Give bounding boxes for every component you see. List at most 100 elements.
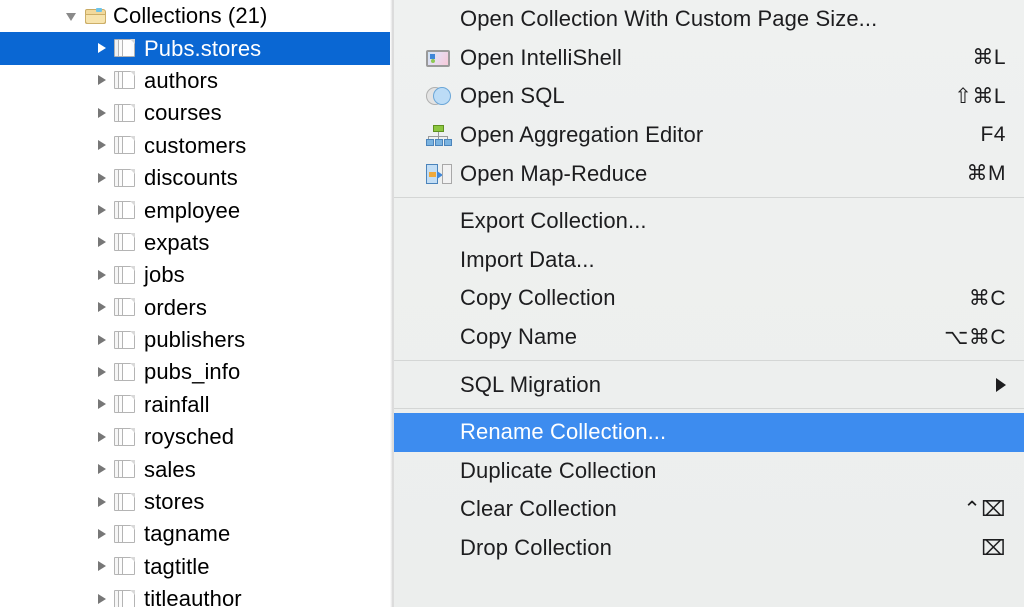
disclosure-triangle-right-icon[interactable] [95,366,108,379]
collection-documents-icon [114,362,136,383]
collection-documents-icon [114,265,136,286]
menu-item-shortcut: F4 [980,123,1006,147]
collection-documents-icon [114,459,136,480]
tree-row-collection[interactable]: tagname [0,518,393,550]
menu-separator [394,360,1024,362]
menu-item[interactable]: Open Collection With Custom Page Size... [394,0,1024,39]
tree-item-label: customers [144,132,247,158]
menu-item-label: Drop Collection [460,535,612,561]
disclosure-triangle-right-icon[interactable] [95,496,108,509]
menu-item[interactable]: SQL Migration [394,365,1024,404]
intellishell-icon [426,49,450,67]
tree-row-collection[interactable]: publishers [0,324,393,356]
menu-item-label: Export Collection... [460,208,647,234]
menu-item-label: SQL Migration [460,371,602,397]
menu-item[interactable]: Open Aggregation Editor F4 [394,116,1024,155]
disclosure-triangle-right-icon[interactable] [95,74,108,87]
tree-item-label: authors [144,67,219,93]
map-reduce-icon [426,163,452,185]
menu-item-shortcut: ⇧⌘L [954,84,1006,108]
tree-row-collection[interactable]: titleauthor [0,583,393,607]
app-screen: Collections (21) Pubs.stores authors course… [0,0,1024,607]
menu-item[interactable]: Open IntelliShell ⌘L [394,39,1024,78]
tree-row-collection[interactable]: pubs_info [0,356,393,388]
collection-documents-icon [114,330,136,351]
collection-context-menu[interactable]: Open Collection With Custom Page Size...… [393,0,1024,607]
collection-documents-icon [114,556,136,577]
submenu-arrow-icon[interactable] [996,377,1006,392]
disclosure-triangle-right-icon[interactable] [95,139,108,152]
menu-item-label: Duplicate Collection [460,457,657,483]
disclosure-triangle-right-icon[interactable] [95,528,108,541]
menu-item-label: Copy Collection [460,285,616,311]
disclosure-triangle-right-icon[interactable] [95,42,108,55]
collection-documents-icon [114,427,136,448]
menu-item-icon-slot [426,498,452,520]
menu-item[interactable]: Copy Name ⌥⌘C [394,318,1024,357]
tree-row-collection[interactable]: discounts [0,162,393,194]
tree-item-label: jobs [144,262,185,288]
tree-row-collection[interactable]: authors [0,65,393,97]
aggregation-tree-icon [426,125,452,147]
disclosure-triangle-right-icon[interactable] [95,204,108,217]
tree-row-collection[interactable]: roysched [0,421,393,453]
tree-item-label: expats [144,229,210,255]
tree-item-label: tagtitle [144,553,210,579]
collection-documents-icon [114,492,136,513]
disclosure-triangle-down-icon[interactable] [66,10,79,23]
collection-documents-icon [114,200,136,221]
tree-item-label: titleauthor [144,586,242,607]
tree-row-collection[interactable]: expats [0,227,393,259]
tree-item-label: Pubs.stores [144,35,262,61]
menu-item[interactable]: Clear Collection ⌃⌧ [394,490,1024,529]
tree-row-collection[interactable]: courses [0,97,393,129]
tree-row-collections-root[interactable]: Collections (21) [0,0,393,32]
menu-item-label: Open IntelliShell [460,44,622,70]
disclosure-triangle-right-icon[interactable] [95,431,108,444]
tree-item-label: rainfall [144,391,210,417]
collection-documents-icon [114,70,136,91]
menu-item-label: Copy Name [460,324,578,350]
tree-row-collection[interactable]: orders [0,292,393,324]
tree-row-collection[interactable]: sales [0,453,393,485]
disclosure-triangle-right-icon[interactable] [95,269,108,282]
tree-row-collection[interactable]: rainfall [0,389,393,421]
collection-documents-icon [114,524,136,545]
collection-documents-icon [114,38,136,59]
disclosure-triangle-right-icon[interactable] [95,172,108,185]
menu-item-shortcut: ⌘M [966,162,1006,186]
collection-documents-icon [114,589,136,607]
tree-row-collection[interactable]: Pubs.stores [0,32,393,65]
tree-item-label: stores [144,489,205,515]
tree-row-collection[interactable]: tagtitle [0,551,393,583]
menu-item[interactable]: Drop Collection ⌧ [394,529,1024,568]
disclosure-triangle-right-icon[interactable] [95,236,108,249]
disclosure-triangle-right-icon[interactable] [95,334,108,347]
menu-item[interactable]: Rename Collection... [394,412,1024,452]
collection-documents-icon [114,168,136,189]
menu-item[interactable]: Export Collection... [394,202,1024,241]
menu-item[interactable]: Open SQL ⇧⌘L [394,77,1024,116]
menu-item-icon-slot [426,374,452,396]
menu-item[interactable]: Duplicate Collection [394,452,1024,491]
tree-row-collection[interactable]: jobs [0,259,393,291]
tree-row-collection[interactable]: stores [0,486,393,518]
disclosure-triangle-right-icon[interactable] [95,463,108,476]
menu-item-shortcut: ⌘C [968,286,1006,310]
menu-item-shortcut: ⌧ [981,536,1006,560]
disclosure-triangle-right-icon[interactable] [95,107,108,120]
menu-item[interactable]: Import Data... [394,241,1024,280]
menu-item[interactable]: Copy Collection ⌘C [394,279,1024,318]
menu-item[interactable]: Open Map-Reduce ⌘M [394,154,1024,193]
disclosure-triangle-right-icon[interactable] [95,593,108,606]
tree-item-label: pubs_info [144,359,241,385]
tree-item-label: publishers [144,327,246,353]
tree-row-collection[interactable]: customers [0,130,393,162]
disclosure-triangle-right-icon[interactable] [95,398,108,411]
collections-tree: Collections (21) Pubs.stores authors course… [0,0,393,607]
tree-row-collection[interactable]: employee [0,194,393,226]
disclosure-triangle-right-icon[interactable] [95,560,108,573]
disclosure-triangle-right-icon[interactable] [95,301,108,314]
menu-item-label: Clear Collection [460,496,617,522]
menu-separator [394,196,1024,198]
